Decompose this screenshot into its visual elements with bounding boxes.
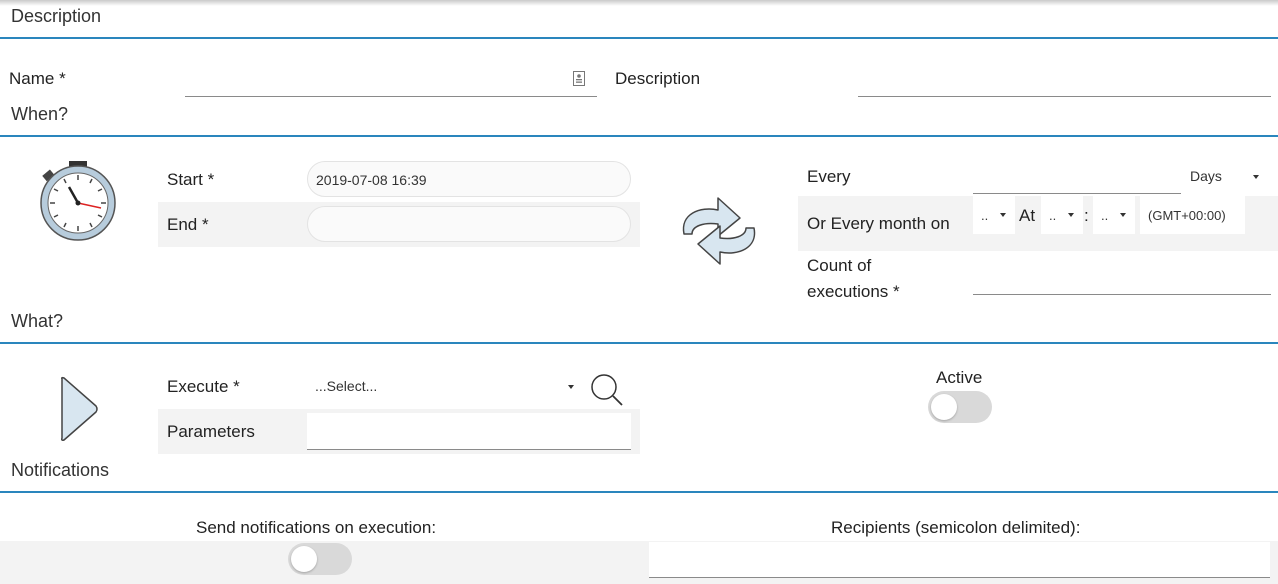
every-input[interactable] — [973, 158, 1181, 194]
section-title-notifications: Notifications — [11, 460, 110, 480]
parameters-label: Parameters — [167, 422, 255, 441]
start-label: Start * — [167, 170, 215, 189]
parameters-input[interactable] — [307, 413, 631, 450]
repeat-icon — [682, 197, 756, 265]
every-label: Every — [807, 167, 851, 186]
toggle-knob — [291, 546, 317, 572]
execute-label: Execute * — [167, 377, 240, 396]
timezone-select[interactable]: (GMT+00:00) — [1140, 196, 1245, 234]
description-input[interactable] — [858, 60, 1271, 97]
section-divider — [0, 491, 1278, 493]
time-separator: : — [1084, 206, 1089, 225]
active-toggle[interactable] — [928, 391, 992, 423]
play-icon — [61, 376, 98, 441]
recipients-label: Recipients (semicolon delimited): — [831, 518, 1081, 537]
stopwatch-icon — [40, 161, 116, 241]
active-label: Active — [936, 368, 983, 387]
name-label: Name * — [9, 69, 66, 88]
contact-card-icon[interactable] — [573, 71, 585, 86]
end-date-input[interactable] — [307, 206, 631, 242]
minute-value: .. — [1101, 208, 1109, 223]
month-day-select[interactable]: .. — [973, 196, 1015, 234]
hour-value: .. — [1049, 208, 1057, 223]
count-label-line1: Count of — [807, 256, 872, 275]
every-unit-value: Days — [1190, 168, 1222, 184]
description-label: Description — [615, 69, 701, 88]
chevron-down-icon — [1068, 213, 1074, 217]
count-input[interactable] — [973, 258, 1271, 295]
send-notifications-label: Send notifications on execution: — [196, 518, 437, 537]
at-label: At — [1019, 206, 1036, 225]
start-date-input[interactable]: 2019-07-08 16:39 — [307, 161, 631, 197]
recipients-input[interactable] — [649, 542, 1270, 578]
section-title-description: Description — [11, 6, 102, 26]
execute-select[interactable]: ...Select... — [307, 368, 579, 404]
name-input[interactable] — [185, 60, 597, 97]
timezone-value: (GMT+00:00) — [1148, 208, 1226, 223]
end-label: End * — [167, 215, 209, 234]
chevron-down-icon — [1000, 213, 1006, 217]
monthly-label: Or Every month on — [807, 214, 950, 233]
section-divider — [0, 135, 1278, 137]
search-icon[interactable] — [590, 373, 624, 407]
section-title-what: What? — [11, 311, 64, 331]
send-notifications-toggle[interactable] — [288, 543, 352, 575]
month-day-value: .. — [981, 208, 989, 223]
toggle-knob — [931, 394, 957, 420]
chevron-down-icon — [1253, 175, 1259, 179]
section-title-when: When? — [11, 104, 69, 124]
top-shadow — [0, 0, 1278, 6]
section-divider — [0, 37, 1278, 39]
hour-select[interactable]: .. — [1041, 196, 1083, 234]
chevron-down-icon — [1120, 213, 1126, 217]
every-unit-select[interactable]: Days — [1182, 158, 1262, 194]
count-label-line2: executions * — [807, 282, 900, 301]
chevron-down-icon — [568, 385, 574, 389]
execute-select-value: ...Select... — [315, 378, 378, 394]
section-divider — [0, 342, 1278, 344]
minute-select[interactable]: .. — [1093, 196, 1135, 234]
